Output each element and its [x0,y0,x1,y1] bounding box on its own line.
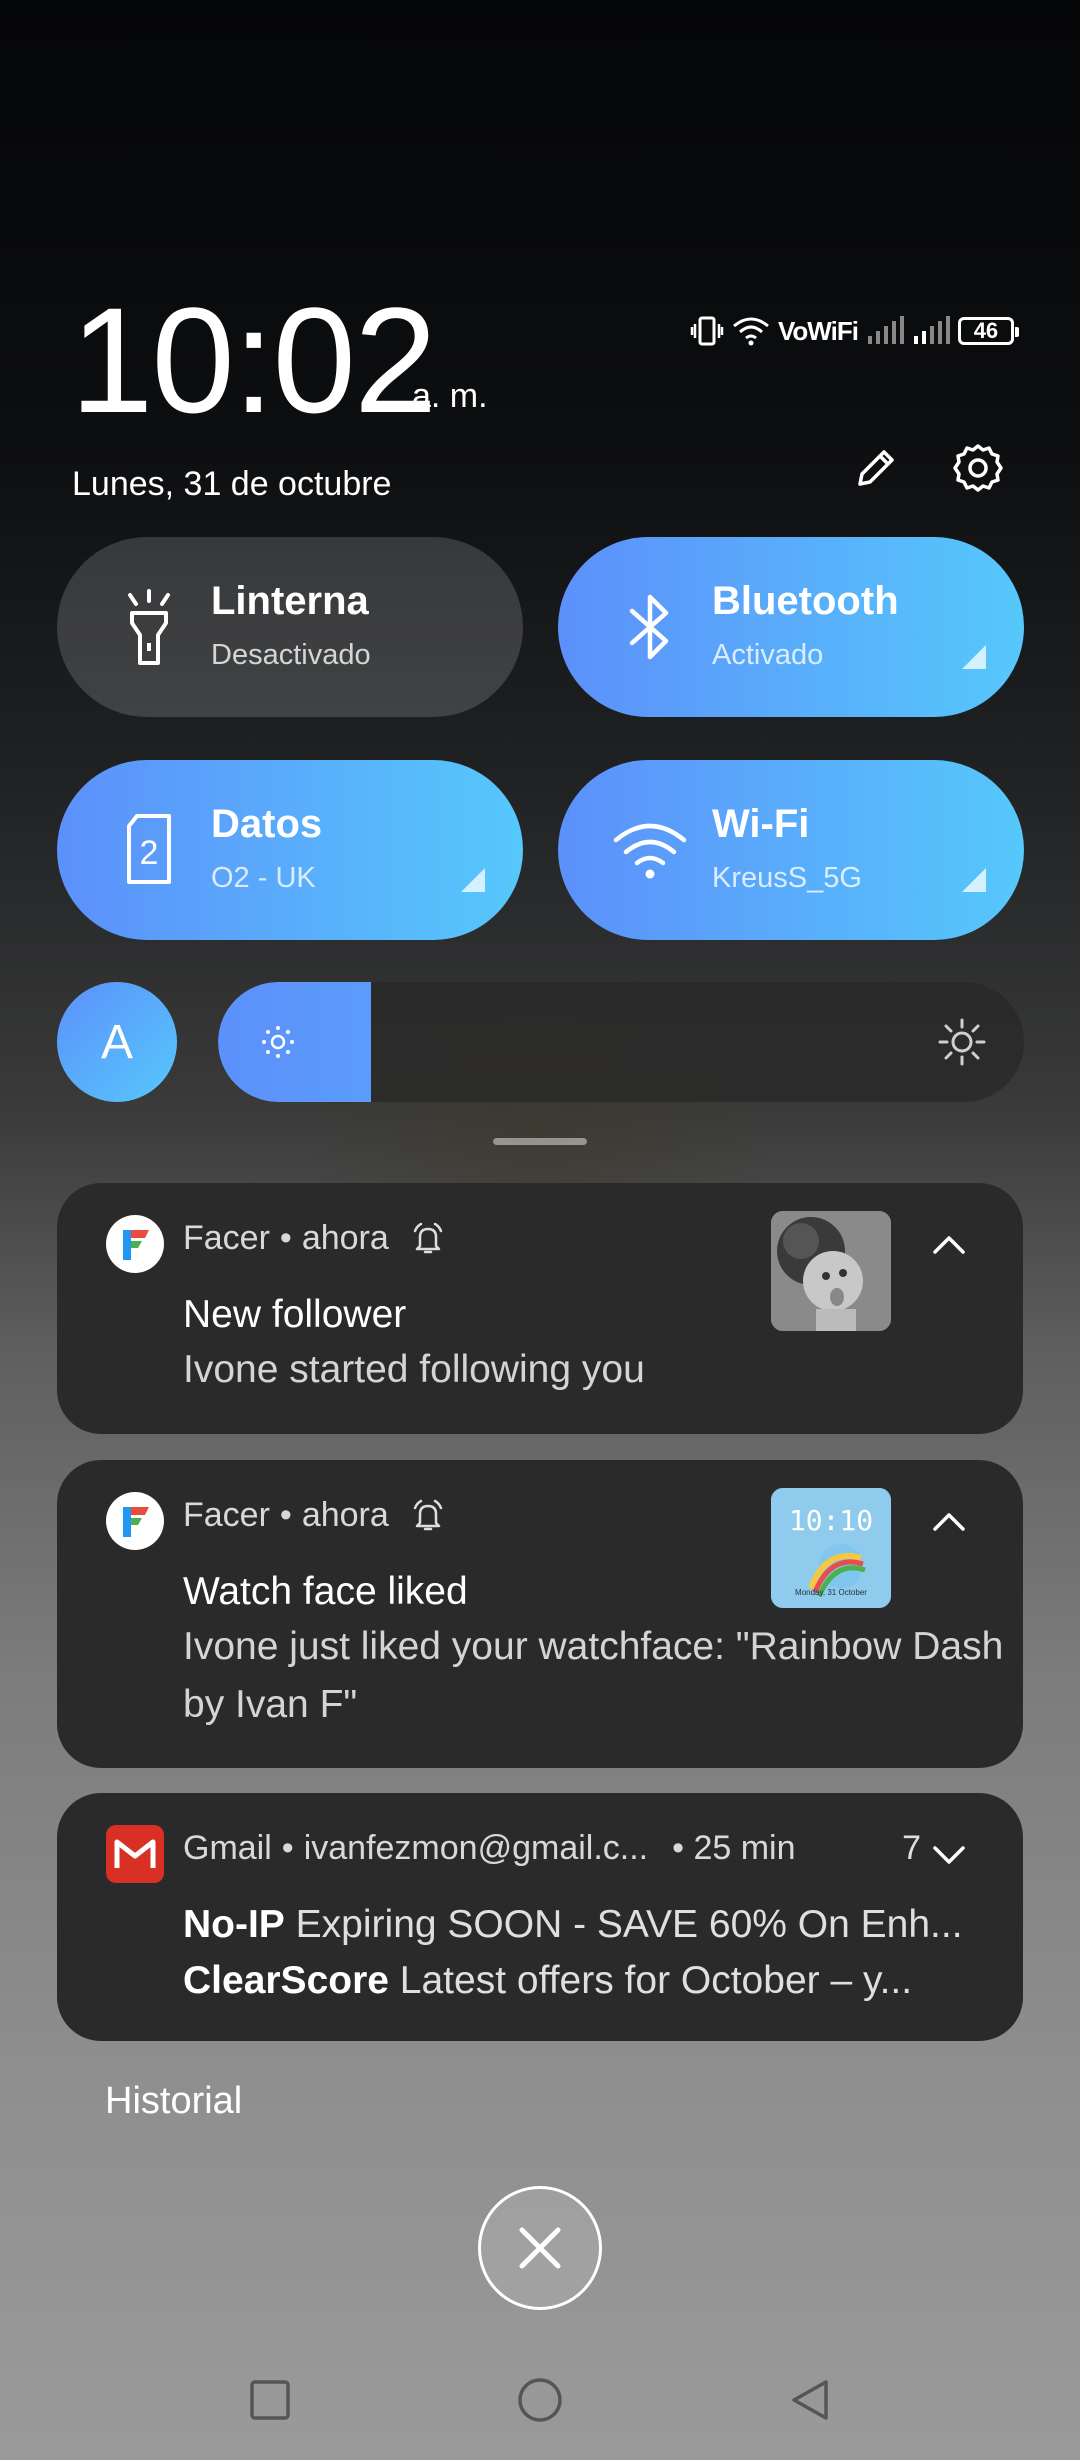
history-link[interactable]: Historial [105,2080,242,2123]
email-subject: Expiring SOON - SAVE 60% On Enh... [295,1903,963,1946]
notification-meta: Facer • ahora [183,1219,445,1258]
wifi-status-icon [732,316,770,346]
email-sender: No-IP [183,1903,285,1946]
collapse-chevron-up-icon[interactable] [929,1506,969,1536]
account-email: ivanfezmon@gmail.c... [303,1829,649,1867]
expand-corner-icon[interactable] [962,645,986,669]
bell-icon [413,1499,443,1530]
tile-subtitle: KreusS_5G [712,862,862,894]
gmail-app-icon [106,1825,164,1883]
notification-title: Watch face liked [183,1570,468,1613]
bluetooth-icon [610,587,690,667]
pencil-icon [858,450,894,486]
tile-title: Datos [211,802,323,846]
status-bar: VoWiFi 46 [690,313,1019,349]
recents-button[interactable] [240,2370,300,2430]
separator: • [279,1496,292,1534]
watchface-time: 10:10 [788,1504,874,1537]
gear-icon [953,444,1003,492]
clock-time: 10:02 [70,276,437,444]
auto-brightness-button[interactable]: A [57,982,177,1102]
tile-datos[interactable]: 2 Datos O2 - UK [57,760,523,940]
watchface-date: Monday, 31 October [795,1588,867,1597]
notification-time: • 25 min [672,1829,796,1867]
home-button[interactable] [510,2370,570,2430]
separator: • [281,1829,294,1867]
clear-all-button[interactable] [478,2186,602,2310]
expand-chevron-down-icon[interactable] [929,1839,969,1869]
facer-app-icon [106,1215,164,1273]
flashlight-icon [109,587,189,667]
tile-wifi[interactable]: Wi-Fi KreusS_5G [558,760,1024,940]
notification-card-gmail[interactable]: Gmail • ivanfezmon@gmail.c... • 25 min 7… [57,1793,1023,2041]
clock-ampm: a. m. [412,377,488,415]
vibrate-icon [690,316,724,346]
tile-subtitle: O2 - UK [211,862,316,894]
tile-title: Wi-Fi [712,802,810,846]
date-label: Lunes, 31 de octubre [72,465,392,503]
separator: • [279,1219,292,1257]
tile-linterna[interactable]: Linterna Desactivado [57,537,523,717]
sim-2-icon: 2 [109,810,189,890]
notification-meta: Gmail • ivanfezmon@gmail.c... • 25 min [183,1829,796,1868]
close-icon [519,2227,561,2269]
expand-corner-icon[interactable] [962,868,986,892]
notification-time: ahora [301,1496,389,1534]
notification-time: ahora [301,1219,389,1257]
collapse-chevron-up-icon[interactable] [929,1229,969,1259]
edit-button[interactable] [846,438,906,498]
tile-bluetooth[interactable]: Bluetooth Activado [558,537,1024,717]
email-line: No-IP Expiring SOON - SAVE 60% On Enh... [183,1903,1033,1947]
notification-text: Ivone started following you [183,1348,645,1391]
notification-text: Ivone just liked your watchface: "Rainbo… [183,1625,1004,1726]
battery-icon: 46 [957,317,1019,345]
email-line: ClearScore Latest offers for October – y… [183,1959,1033,2003]
app-name: Gmail [183,1829,272,1867]
vowifi-label: VoWiFi [778,315,859,346]
bell-icon [413,1222,443,1253]
facer-app-icon [106,1492,164,1550]
wifi-icon [610,810,690,890]
expand-corner-icon[interactable] [461,868,485,892]
message-count: 7 [902,1829,921,1867]
settings-button[interactable] [948,438,1008,498]
watchface-thumbnail: 10:10 Monday, 31 October [771,1488,891,1608]
triangle-back-icon [792,2380,828,2420]
tile-title: Linterna [211,579,369,623]
signal-1-icon [866,316,904,346]
notification-card[interactable]: Facer • ahora New follower Ivone started… [57,1183,1023,1434]
tile-subtitle: Activado [712,639,824,671]
back-button[interactable] [780,2370,840,2430]
circle-icon [518,2378,562,2422]
signal-2-icon [912,316,950,346]
panel-drag-handle[interactable] [493,1138,587,1145]
brightness-high-icon [938,1018,986,1066]
brightness-slider[interactable] [218,982,1024,1102]
square-icon [250,2380,290,2420]
email-sender: ClearScore [183,1959,389,2002]
app-name: Facer [183,1496,270,1534]
notification-card[interactable]: Facer • ahora Watch face liked Ivone jus… [57,1460,1023,1768]
brightness-low-icon [262,1026,294,1058]
app-name: Facer [183,1219,270,1257]
tile-subtitle: Desactivado [211,639,371,671]
notification-meta: Facer • ahora [183,1496,445,1535]
tile-title: Bluetooth [712,579,899,623]
svg-text:2: 2 [140,834,159,872]
email-subject: Latest offers for October – y... [399,1959,913,2002]
notification-title: New follower [183,1293,407,1336]
profile-thumbnail [771,1211,891,1331]
